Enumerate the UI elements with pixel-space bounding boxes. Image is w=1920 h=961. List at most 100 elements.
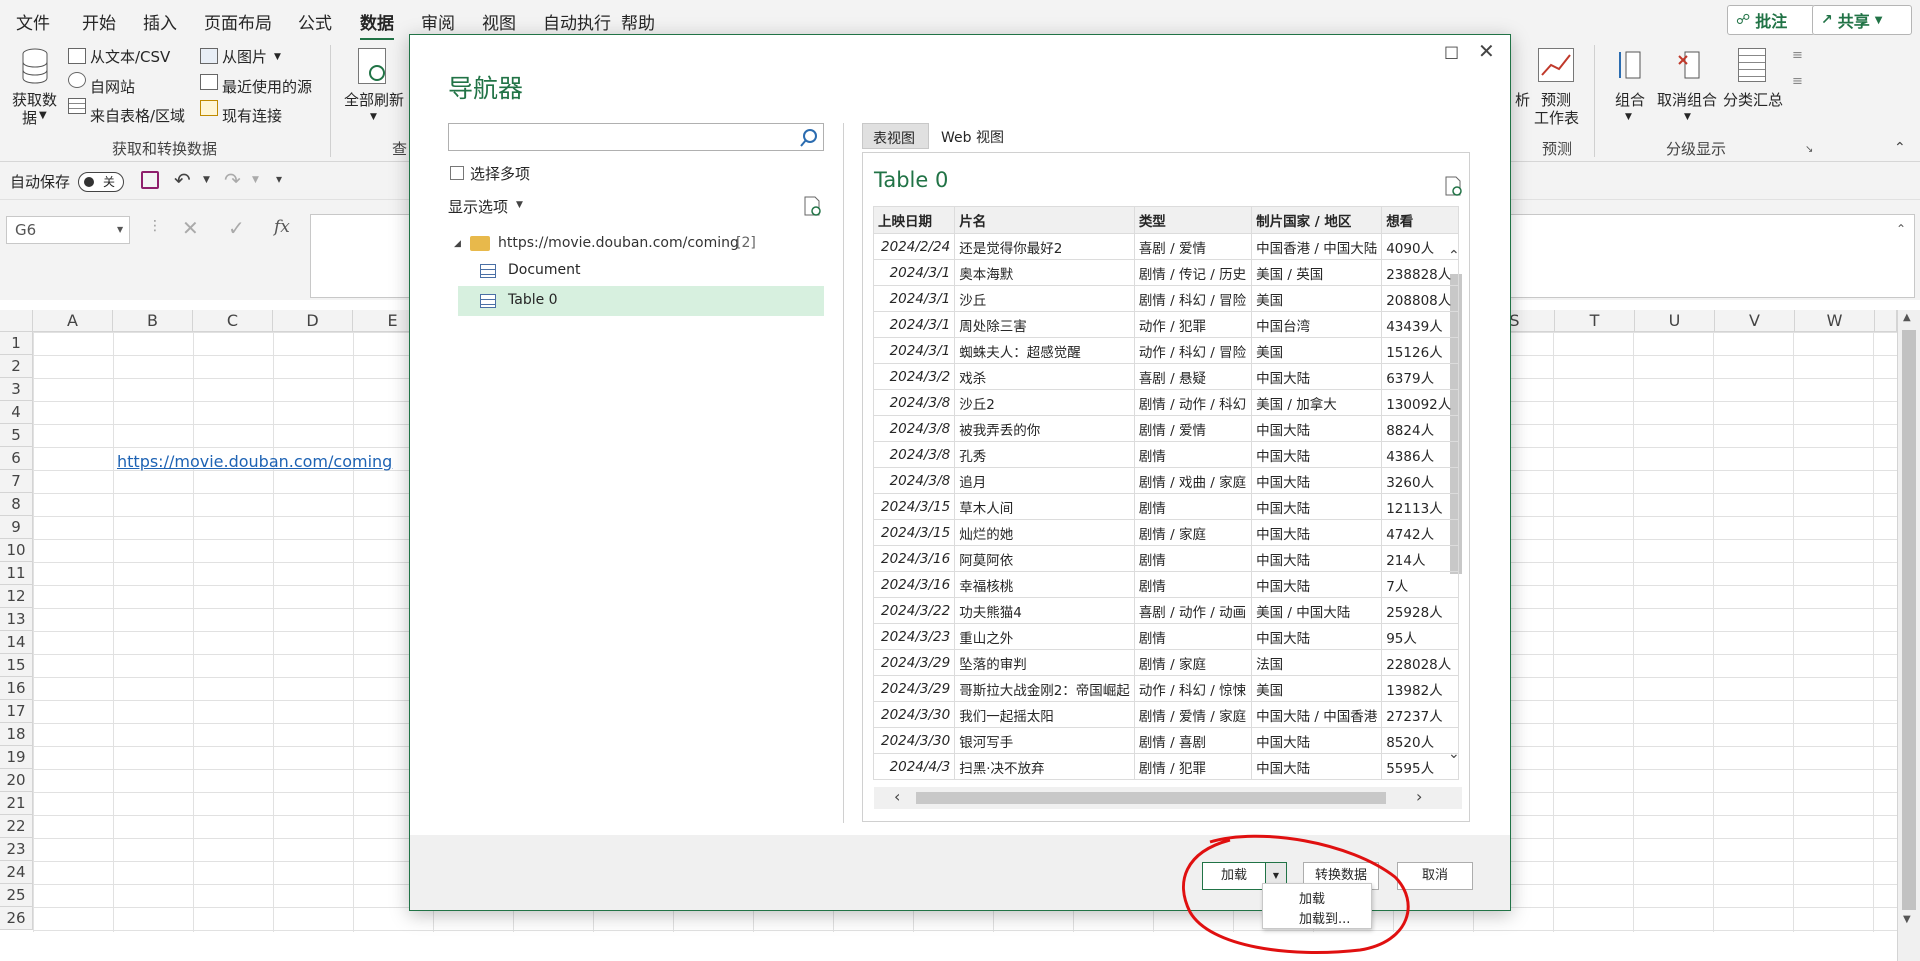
- chevron-down-icon[interactable]: ▼: [203, 175, 210, 185]
- tab-formulas[interactable]: 公式: [298, 9, 332, 34]
- row-header[interactable]: 19: [0, 746, 33, 769]
- confirm-entry-icon[interactable]: ✓: [228, 216, 245, 240]
- row-header[interactable]: 20: [0, 769, 33, 792]
- table-column-header[interactable]: 上映日期: [873, 206, 956, 234]
- table-horizontal-scrollbar[interactable]: ‹ ›: [874, 787, 1462, 809]
- row-header[interactable]: 12: [0, 585, 33, 608]
- table-column-header[interactable]: 制片国家 / 地区: [1251, 206, 1383, 234]
- tab-data[interactable]: 数据: [360, 9, 394, 41]
- tab-home[interactable]: 开始: [82, 9, 116, 34]
- chevron-down-icon[interactable]: ▼: [252, 175, 259, 185]
- row-header[interactable]: 6: [0, 447, 33, 470]
- dialog-launcher-icon[interactable]: ↘: [1805, 144, 1813, 155]
- row-header[interactable]: 22: [0, 815, 33, 838]
- row-header[interactable]: 8: [0, 493, 33, 516]
- search-box[interactable]: [448, 123, 824, 151]
- tab-help[interactable]: 帮助: [621, 9, 655, 34]
- search-icon[interactable]: [799, 128, 819, 148]
- row-header[interactable]: 24: [0, 861, 33, 884]
- existing-connections-button[interactable]: 现有连接: [222, 105, 282, 126]
- row-header[interactable]: 25: [0, 884, 33, 907]
- from-picture-button[interactable]: 从图片: [222, 46, 267, 67]
- row-header[interactable]: 21: [0, 792, 33, 815]
- select-all-corner[interactable]: [0, 310, 33, 332]
- row-header[interactable]: 23: [0, 838, 33, 861]
- from-web-button[interactable]: 自网站: [90, 76, 135, 97]
- collapse-ribbon-icon[interactable]: ⌃: [1894, 140, 1906, 156]
- ungroup-button[interactable]: 取消组合: [1657, 89, 1717, 110]
- share-button[interactable]: ↗ 共享 ▼: [1812, 5, 1912, 35]
- subtotal-button[interactable]: 分类汇总: [1723, 89, 1783, 110]
- select-multiple-checkbox[interactable]: [450, 166, 464, 180]
- comments-button[interactable]: ☍ 批注: [1727, 5, 1815, 35]
- collapse-formula-bar-icon[interactable]: ⌃: [1896, 222, 1906, 236]
- column-header[interactable]: D: [273, 310, 353, 332]
- refresh-document-icon[interactable]: [801, 195, 823, 217]
- column-header[interactable]: C: [193, 310, 273, 332]
- row-header[interactable]: 13: [0, 608, 33, 631]
- scroll-right-icon[interactable]: ›: [1416, 787, 1422, 806]
- tab-review[interactable]: 审阅: [421, 9, 455, 34]
- tab-page-layout[interactable]: 页面布局: [204, 9, 272, 34]
- save-icon[interactable]: [141, 171, 159, 189]
- autosave-toggle[interactable]: 关: [78, 172, 124, 192]
- row-header[interactable]: 1: [0, 332, 33, 355]
- tree-collapse-icon[interactable]: ◢: [454, 239, 461, 249]
- scroll-left-icon[interactable]: ‹: [894, 787, 900, 806]
- scroll-up-icon[interactable]: ▲: [1903, 312, 1911, 323]
- customize-qat-icon[interactable]: ▾: [276, 172, 282, 186]
- row-header[interactable]: 17: [0, 700, 33, 723]
- tab-web-view[interactable]: Web 视图: [941, 127, 1004, 147]
- column-header[interactable]: W: [1795, 310, 1875, 332]
- redo-icon[interactable]: ↷: [224, 168, 241, 192]
- scrollbar-thumb[interactable]: [916, 792, 1386, 804]
- row-header[interactable]: 9: [0, 516, 33, 539]
- row-header[interactable]: 26: [0, 907, 33, 930]
- tree-item-table-0[interactable]: Table 0: [458, 286, 824, 316]
- tab-view[interactable]: 视图: [482, 9, 516, 34]
- cancel-entry-icon[interactable]: ✕: [182, 216, 199, 240]
- display-options-button[interactable]: 显示选项: [448, 196, 508, 217]
- table-column-header[interactable]: 片名: [954, 206, 1135, 234]
- tree-root-url[interactable]: https://movie.douban.com/coming: [498, 235, 739, 251]
- row-header[interactable]: 7: [0, 470, 33, 493]
- column-header[interactable]: T: [1555, 310, 1635, 332]
- refresh-preview-icon[interactable]: [1442, 175, 1464, 197]
- row-header[interactable]: 14: [0, 631, 33, 654]
- row-header[interactable]: 15: [0, 654, 33, 677]
- scroll-down-icon[interactable]: ▼: [1903, 914, 1911, 925]
- scrollbar-thumb[interactable]: [1902, 330, 1916, 910]
- group-button[interactable]: 组合: [1615, 89, 1645, 110]
- row-header[interactable]: 3: [0, 378, 33, 401]
- refresh-all-button[interactable]: 全部刷新: [344, 89, 404, 110]
- row-header[interactable]: 16: [0, 677, 33, 700]
- vertical-scrollbar[interactable]: ▲ ▼: [1897, 310, 1920, 961]
- row-header[interactable]: 10: [0, 539, 33, 562]
- row-header[interactable]: 18: [0, 723, 33, 746]
- tab-insert[interactable]: 插入: [143, 9, 177, 34]
- row-header[interactable]: 5: [0, 424, 33, 447]
- close-icon[interactable]: ✕: [1478, 39, 1495, 63]
- row-header[interactable]: 2: [0, 355, 33, 378]
- show-detail-icon[interactable]: ≡: [1792, 48, 1803, 63]
- column-header[interactable]: U: [1635, 310, 1715, 332]
- row-header[interactable]: 4: [0, 401, 33, 424]
- name-box[interactable]: G6 ▼: [6, 216, 130, 244]
- column-header[interactable]: V: [1715, 310, 1795, 332]
- tree-item-document[interactable]: Document: [458, 256, 824, 286]
- recent-sources-button[interactable]: 最近使用的源: [222, 76, 312, 97]
- search-input[interactable]: [451, 126, 791, 148]
- from-table-range-button[interactable]: 来自表格/区域: [90, 105, 185, 126]
- undo-icon[interactable]: ↶: [174, 168, 191, 192]
- table-column-header[interactable]: 想看: [1381, 206, 1459, 234]
- cell-b6-hyperlink[interactable]: https://movie.douban.com/coming: [117, 452, 392, 471]
- hide-detail-icon[interactable]: ≡: [1792, 74, 1803, 89]
- tab-table-view[interactable]: 表视图: [862, 123, 929, 149]
- from-text-csv-button[interactable]: 从文本/CSV: [90, 46, 170, 67]
- row-header[interactable]: 11: [0, 562, 33, 585]
- column-header[interactable]: A: [33, 310, 113, 332]
- maximize-icon[interactable]: □: [1444, 42, 1459, 61]
- tab-automate[interactable]: 自动执行: [543, 9, 611, 34]
- table-column-header[interactable]: 类型: [1133, 206, 1253, 234]
- column-header[interactable]: B: [113, 310, 193, 332]
